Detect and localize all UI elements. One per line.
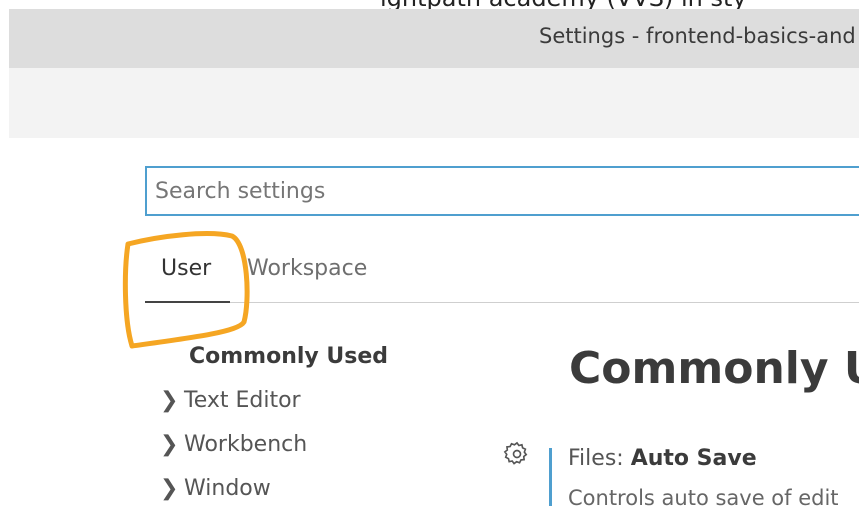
window-title: Settings - frontend-basics-and: [539, 24, 856, 48]
toc-item-window[interactable]: ❯ Window: [160, 476, 271, 501]
tab-workspace[interactable]: Workspace: [247, 256, 367, 281]
setting-category: Files:: [568, 446, 631, 471]
toc-item-label: Window: [184, 476, 271, 501]
chevron-right-icon: ❯: [160, 388, 179, 413]
editor-tab-bar: [9, 68, 859, 138]
tab-divider: [230, 302, 859, 303]
annotation-stroke: [122, 231, 250, 349]
chevron-right-icon: ❯: [160, 476, 179, 501]
active-tab-indicator: [145, 301, 230, 303]
title-bar: Settings - frontend-basics-and: [9, 9, 859, 68]
setting-description: Controls auto save of edit: [568, 486, 839, 506]
setting-focus-bar: [549, 448, 552, 506]
tab-user[interactable]: User: [161, 256, 211, 281]
toc-item-label: Text Editor: [184, 388, 301, 413]
toc-item-commonly-used[interactable]: Commonly Used: [189, 344, 388, 369]
search-box[interactable]: [145, 166, 859, 216]
setting-name: Auto Save: [630, 446, 757, 471]
section-heading: Commonly U: [569, 343, 859, 394]
setting-title: Files: Auto Save: [568, 446, 757, 471]
toc-item-workbench[interactable]: ❯ Workbench: [160, 432, 307, 457]
search-input[interactable]: [155, 168, 855, 214]
toc-item-text-editor[interactable]: ❯ Text Editor: [160, 388, 301, 413]
settings-window: ightpath academy (VVS) in sty Settings -…: [0, 0, 859, 506]
chevron-right-icon: ❯: [160, 432, 179, 457]
cropped-external-text: ightpath academy (VVS) in sty: [0, 0, 859, 9]
gear-icon[interactable]: [503, 440, 531, 468]
toc-item-label: Workbench: [184, 432, 308, 457]
cropped-text: ightpath academy (VVS) in sty: [380, 0, 747, 9]
